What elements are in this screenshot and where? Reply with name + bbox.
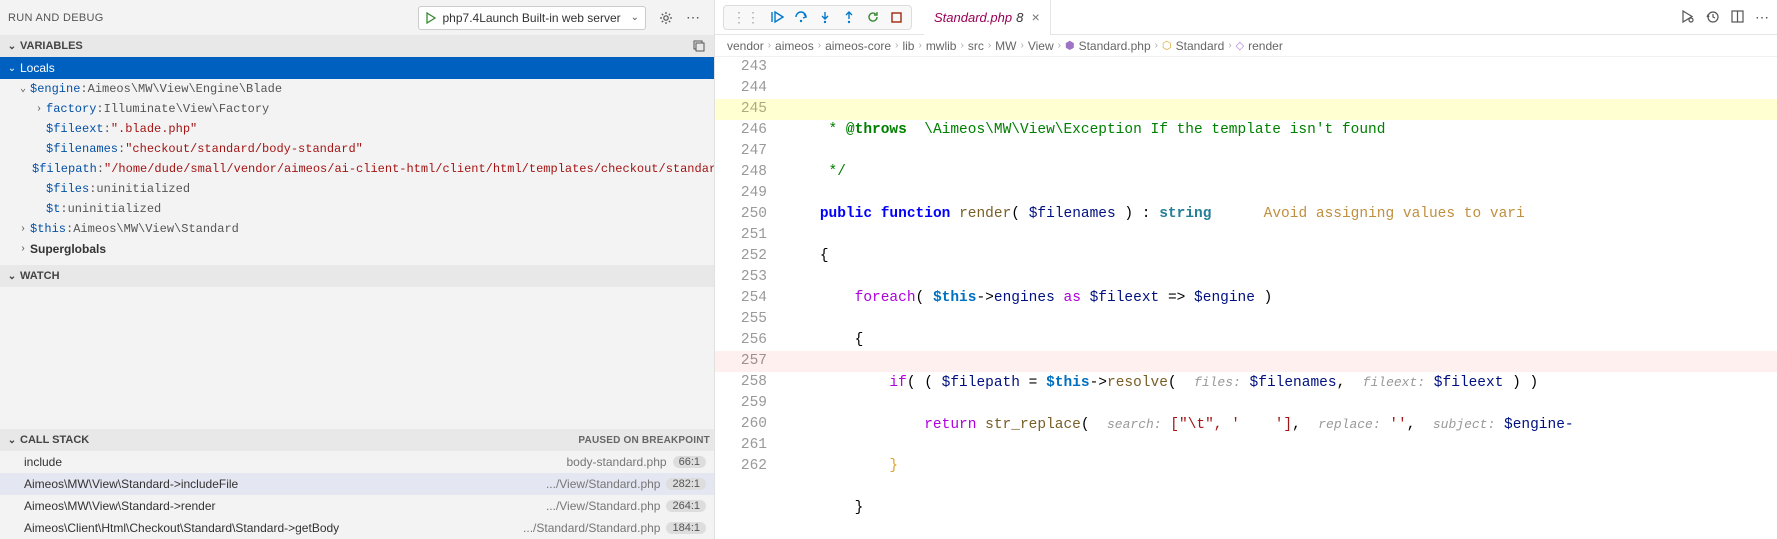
chevron-down-icon: ⌄ (4, 271, 20, 282)
gear-icon[interactable] (652, 10, 680, 26)
variable-row[interactable]: ›$this: Aimeos\MW\View\Standard (0, 219, 714, 239)
launch-config-dropdown[interactable]: php7.4Launch Built-in web server ⌄ (418, 6, 647, 30)
callstack-frame[interactable]: Aimeos\MW\View\Standard->render.../View/… (0, 495, 714, 517)
line-gutter: 2432442452462472482492502512522532542552… (715, 57, 785, 539)
start-debug-icon[interactable] (419, 12, 443, 24)
callstack-label: CALL STACK (20, 434, 89, 446)
collapse-all-icon[interactable] (688, 39, 710, 53)
watch-section-header[interactable]: ⌄ WATCH (0, 265, 714, 287)
split-editor-icon[interactable] (1730, 9, 1745, 26)
more-actions-icon[interactable]: ⋯ (680, 9, 706, 26)
chevron-down-icon: ⌄ (4, 435, 20, 446)
editor-toolbar: ⋮⋮ Standard.php 8 × ⋯ (715, 0, 1777, 35)
chevron-down-icon[interactable]: ⌄ (625, 12, 645, 23)
restart-icon[interactable] (866, 10, 880, 24)
variables-section-header[interactable]: ⌄ VARIABLES (0, 35, 714, 57)
tab-filename: Standard.php (934, 10, 1012, 25)
variable-row[interactable]: ⌄$engine: Aimeos\MW\View\Engine\Blade (0, 79, 714, 99)
callstack-status: PAUSED ON BREAKPOINT (578, 435, 710, 446)
locals-label: Locals (20, 61, 55, 75)
variable-row[interactable]: $filepath: "/home/dude/small/vendor/aime… (0, 159, 714, 179)
step-out-icon[interactable] (842, 10, 856, 24)
code-editor[interactable]: 2432442452462472482492502512522532542552… (715, 57, 1777, 539)
debug-sidebar: RUN AND DEBUG php7.4Launch Built-in web … (0, 0, 715, 539)
chevron-down-icon: ⌄ (4, 63, 20, 74)
watch-label: WATCH (20, 270, 60, 282)
breadcrumb[interactable]: vendor› aimeos› aimeos-core› lib› mwlib›… (715, 35, 1777, 57)
tab-modified-count: 8 (1016, 10, 1023, 25)
editor-actions: ⋯ (1680, 9, 1769, 26)
grip-icon[interactable]: ⋮⋮ (732, 9, 760, 26)
callstack-frame[interactable]: Aimeos\MW\View\Standard->includeFile.../… (0, 473, 714, 495)
callstack-section-header[interactable]: ⌄ CALL STACK PAUSED ON BREAKPOINT (0, 429, 714, 451)
more-actions-icon[interactable]: ⋯ (1755, 9, 1769, 26)
variable-row[interactable]: ›factory: Illuminate\View\Factory (0, 99, 714, 119)
code-content[interactable]: * @throws \Aimeos\MW\View\Exception If t… (785, 99, 1777, 539)
variable-row[interactable]: $filenames: "checkout/standard/body-stan… (0, 139, 714, 159)
variable-row[interactable]: $t: uninitialized (0, 199, 714, 219)
variable-row[interactable]: ›Superglobals (0, 239, 714, 259)
run-debug-header: RUN AND DEBUG php7.4Launch Built-in web … (0, 0, 714, 35)
locals-scope-header[interactable]: ⌄ Locals (0, 57, 714, 79)
chevron-down-icon: ⌄ (4, 41, 20, 52)
callstack-list: includebody-standard.php66:1 Aimeos\MW\V… (0, 451, 714, 539)
callstack-frame[interactable]: Aimeos\Client\Html\Checkout\Standard\Sta… (0, 517, 714, 539)
continue-icon[interactable] (770, 10, 784, 24)
callstack-frame[interactable]: includebody-standard.php66:1 (0, 451, 714, 473)
stop-icon[interactable] (890, 11, 903, 24)
debug-controls: ⋮⋮ (723, 5, 912, 30)
step-over-icon[interactable] (794, 10, 808, 24)
step-into-icon[interactable] (818, 10, 832, 24)
history-icon[interactable] (1705, 9, 1720, 26)
editor-tab[interactable]: Standard.php 8 × (924, 0, 1051, 35)
editor-panel: ⋮⋮ Standard.php 8 × ⋯ vendor (715, 0, 1777, 539)
run-icon[interactable] (1680, 9, 1695, 26)
run-debug-title: RUN AND DEBUG (8, 12, 104, 24)
variables-tree: ⌄$engine: Aimeos\MW\View\Engine\Blade ›f… (0, 79, 714, 259)
close-icon[interactable]: × (1031, 9, 1039, 25)
variable-row[interactable]: $files: uninitialized (0, 179, 714, 199)
launch-config-text: php7.4Launch Built-in web server (443, 11, 625, 25)
variable-row[interactable]: $fileext: ".blade.php" (0, 119, 714, 139)
variables-label: VARIABLES (20, 40, 83, 52)
